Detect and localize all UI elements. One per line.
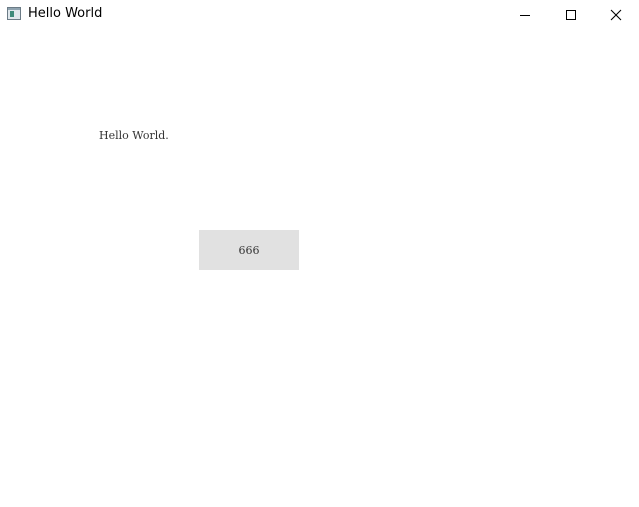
- close-button[interactable]: [593, 0, 639, 30]
- window-title: Hello World: [28, 6, 103, 21]
- app-icon-header: [8, 8, 20, 10]
- push-button-label: 666: [238, 243, 260, 257]
- hello-label: Hello World.: [99, 129, 169, 142]
- minimize-button[interactable]: [502, 0, 548, 30]
- close-icon: [610, 9, 622, 21]
- maximize-icon: [566, 10, 576, 20]
- minimize-icon: [520, 15, 530, 16]
- app-window: Hello World Hello World. 666: [0, 0, 639, 507]
- title-bar[interactable]: Hello World: [0, 0, 639, 30]
- app-window-icon[interactable]: [7, 7, 21, 20]
- maximize-button[interactable]: [548, 0, 594, 30]
- push-button-666[interactable]: 666: [199, 230, 299, 270]
- app-icon-mark: [10, 11, 14, 17]
